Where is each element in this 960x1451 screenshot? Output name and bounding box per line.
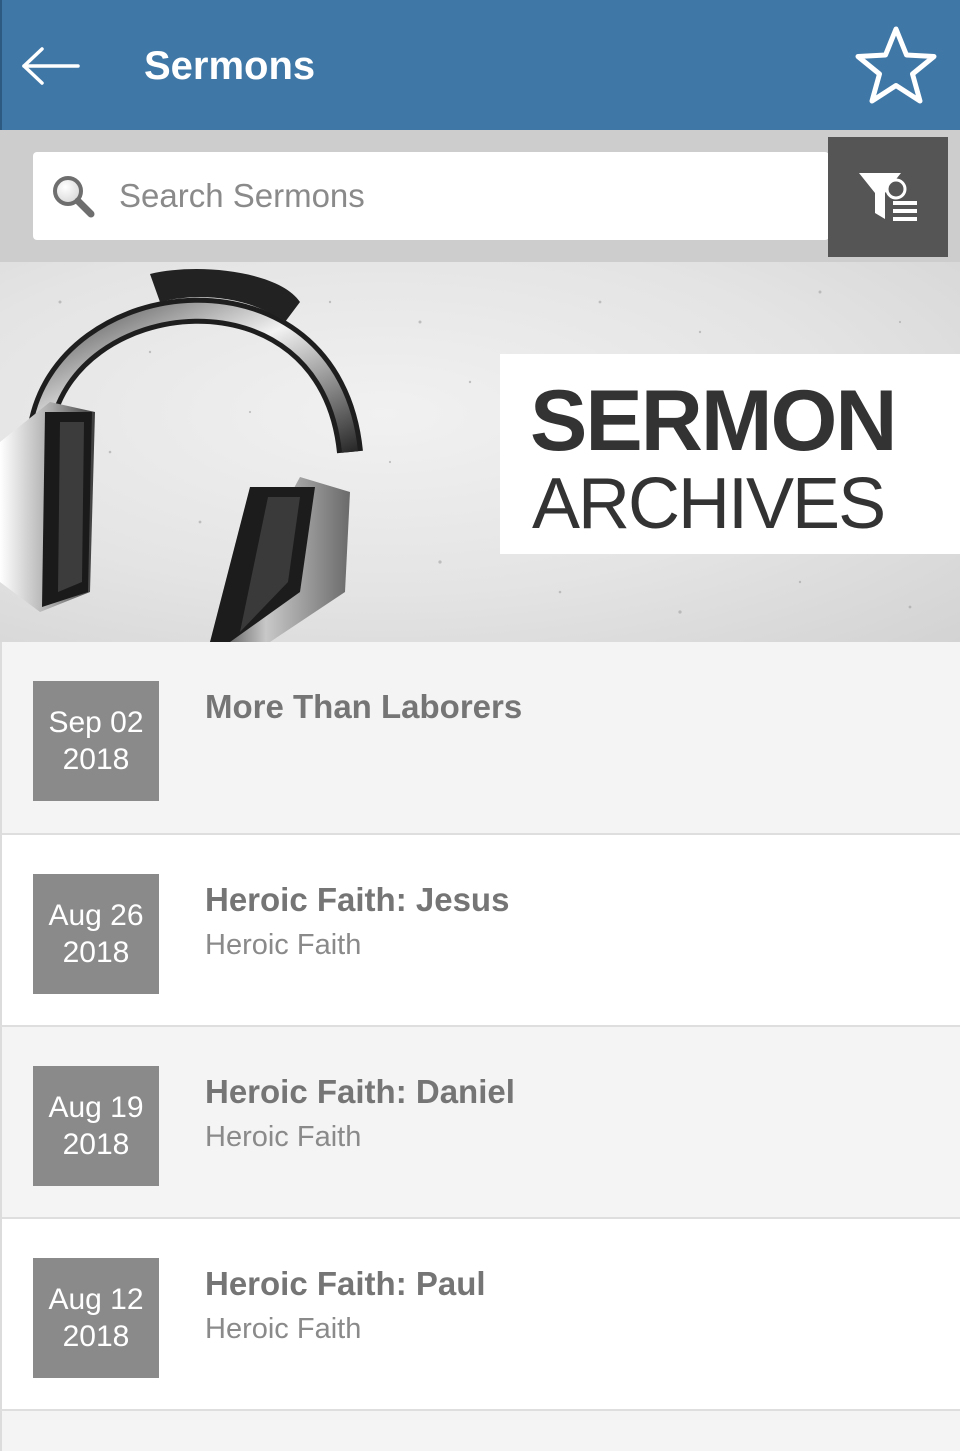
date-month-day: Sep 02: [48, 706, 144, 739]
list-item-partial: [0, 1411, 960, 1451]
app-bar: Sermons: [0, 0, 960, 130]
search-icon: [53, 176, 95, 218]
search-box[interactable]: [33, 152, 829, 240]
banner-title-line2: ARCHIVES: [532, 464, 886, 544]
sermon-title: Heroic Faith: Jesus: [205, 881, 510, 918]
sermon-series: Heroic Faith: [205, 1313, 362, 1345]
date-badge: Aug 26 2018: [33, 874, 159, 994]
arrow-left-icon: [22, 47, 80, 85]
star-outline-icon: [855, 26, 937, 104]
favorite-button[interactable]: [848, 20, 944, 112]
sermon-list: Sep 02 2018 More Than Laborers Aug 26 20…: [0, 642, 960, 1451]
filter-list-icon: [859, 173, 917, 221]
date-year: 2018: [62, 936, 130, 969]
date-year: 2018: [62, 1128, 130, 1161]
search-bar: [0, 130, 960, 262]
date-year: 2018: [62, 743, 130, 776]
sermon-list-item[interactable]: Aug 26 2018 Heroic Faith: Jesus Heroic F…: [0, 835, 960, 1027]
sermon-series: Heroic Faith: [205, 1121, 362, 1153]
date-month-day: Aug 19: [48, 1091, 144, 1124]
back-button[interactable]: [16, 36, 86, 96]
date-year: 2018: [62, 1320, 130, 1353]
filter-button[interactable]: [828, 137, 948, 257]
sermon-list-item[interactable]: Sep 02 2018 More Than Laborers: [0, 642, 960, 835]
date-badge: Sep 02 2018: [33, 681, 159, 801]
sermon-list-item[interactable]: Aug 19 2018 Heroic Faith: Daniel Heroic …: [0, 1027, 960, 1219]
date-badge: Aug 19 2018: [33, 1066, 159, 1186]
sermon-series: Heroic Faith: [205, 929, 362, 961]
page-title: Sermons: [144, 44, 316, 88]
date-badge: Aug 12 2018: [33, 1258, 159, 1378]
date-month-day: Aug 26: [48, 899, 144, 932]
date-month-day: Aug 12: [48, 1283, 144, 1316]
banner-title-card: SERMON ARCHIVES: [500, 354, 960, 554]
sermon-title: Heroic Faith: Daniel: [205, 1073, 515, 1110]
sermon-list-item[interactable]: Aug 12 2018 Heroic Faith: Paul Heroic Fa…: [0, 1219, 960, 1411]
sermon-archives-banner: SERMON ARCHIVES: [0, 262, 960, 642]
banner-title-line1: SERMON: [530, 373, 897, 469]
search-input[interactable]: [119, 166, 819, 226]
sermon-title: Heroic Faith: Paul: [205, 1265, 486, 1302]
sermon-title: More Than Laborers: [205, 688, 523, 725]
